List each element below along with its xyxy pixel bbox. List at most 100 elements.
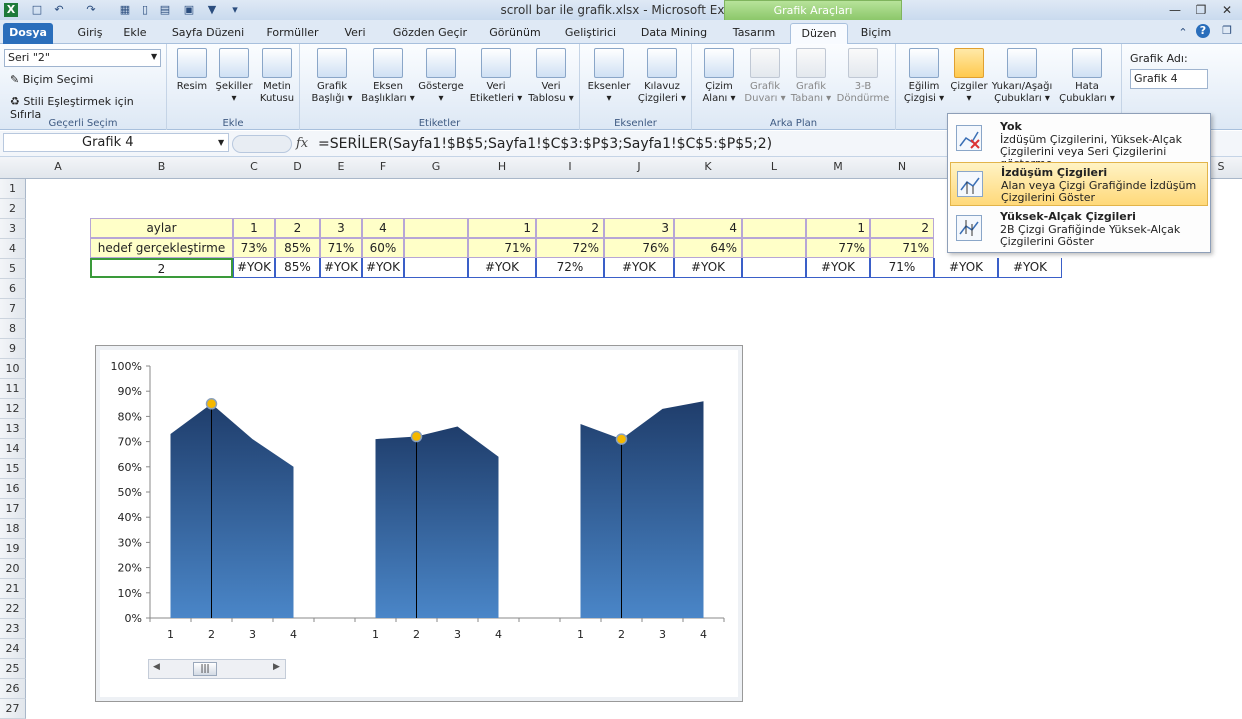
row-header[interactable]: 5 [0, 259, 26, 279]
row-header[interactable]: 6 [0, 279, 26, 299]
data-labels-button[interactable]: Veri Etiketleri ▾ [468, 48, 524, 105]
row-header[interactable]: 25 [0, 659, 26, 679]
cell[interactable]: 76% [604, 238, 674, 258]
column-header[interactable]: K [674, 160, 742, 173]
cell[interactable]: 64% [674, 238, 742, 258]
error-bars-button[interactable]: Hata Çubukları ▾ [1056, 48, 1118, 105]
plot-area-button[interactable]: Çizim Alanı ▾ [696, 48, 742, 105]
cell[interactable]: 1 [233, 218, 275, 238]
cell[interactable]: #YOK [674, 258, 742, 278]
column-header[interactable]: I [536, 160, 604, 173]
textbox-button[interactable]: Metin Kutusu [257, 48, 297, 105]
data-table-button[interactable]: Veri Tablosu ▾ [524, 48, 578, 105]
row-header[interactable]: 23 [0, 619, 26, 639]
axis-titles-button[interactable]: Eksen Başlıkları ▾ [360, 48, 416, 105]
help-icon[interactable]: ? [1196, 24, 1210, 38]
cell[interactable]: 2 [536, 218, 604, 238]
scroll-thumb[interactable]: ||| [193, 662, 217, 676]
cell[interactable]: 2 [275, 218, 320, 238]
tab-formulas[interactable]: Formüller [260, 23, 325, 44]
cell[interactable]: #YOK [233, 258, 275, 278]
row-header[interactable]: 26 [0, 679, 26, 699]
chevron-down-icon[interactable]: ▼ [218, 138, 224, 147]
cell[interactable] [742, 218, 806, 238]
cell[interactable]: 2 [870, 218, 934, 238]
row-header[interactable]: 13 [0, 419, 26, 439]
menu-item-none[interactable]: Yok İzdüşüm Çizgilerini, Yüksek-Alçak Çi… [950, 117, 1208, 170]
cell[interactable]: 85% [275, 238, 320, 258]
cell[interactable] [742, 258, 806, 278]
cell-b4[interactable]: hedef gerçekleştirme [90, 238, 233, 258]
cell-b3[interactable]: aylar [90, 218, 233, 238]
tab-review[interactable]: Gözden Geçir [385, 23, 475, 44]
cell[interactable]: 3 [604, 218, 674, 238]
row-header[interactable]: 21 [0, 579, 26, 599]
column-header[interactable]: G [404, 160, 468, 173]
window-restore-small-icon[interactable]: ❐ [1220, 24, 1234, 38]
chart-area[interactable]: 0% 10% 20% 30% 40% 50% 60% 70% 80% 90% 100% 1 2 3 4 1 2 3… [95, 345, 743, 702]
cell[interactable]: 4 [674, 218, 742, 238]
tab-layout[interactable]: Düzen [790, 23, 848, 44]
formula-bar-splitter[interactable] [232, 135, 292, 153]
cell[interactable]: 3 [320, 218, 362, 238]
format-selection-button[interactable]: ✎ Biçim Seçimi [10, 73, 93, 86]
row-header[interactable]: 11 [0, 379, 26, 399]
tab-design[interactable]: Tasarım [726, 23, 782, 44]
column-header[interactable]: H [468, 160, 536, 173]
minimize-icon[interactable]: — [1166, 2, 1184, 18]
axes-button[interactable]: Eksenler ▾ [584, 48, 634, 105]
cell[interactable]: #YOK [604, 258, 674, 278]
column-header[interactable]: E [320, 160, 362, 173]
up-down-bars-button[interactable]: Yukarı/Aşağı Çubukları ▾ [990, 48, 1054, 105]
cell-b5[interactable]: 2 [90, 258, 233, 278]
cell[interactable] [404, 238, 468, 258]
cell[interactable]: #YOK [320, 258, 362, 278]
cell[interactable] [404, 258, 468, 278]
chart-floor-button[interactable]: Grafik Tabanı ▾ [788, 48, 834, 105]
column-header[interactable]: C [233, 160, 275, 173]
cell[interactable]: 85% [275, 258, 320, 278]
tab-insert[interactable]: Ekle [115, 23, 155, 44]
chevron-down-icon[interactable]: ▼ [151, 52, 157, 61]
row-header[interactable]: 1 [0, 179, 26, 199]
tab-page-layout[interactable]: Sayfa Düzeni [163, 23, 253, 44]
chart-name-input[interactable]: Grafik 4 [1130, 69, 1208, 89]
tab-home[interactable]: Giriş [70, 23, 110, 44]
row-header[interactable]: 8 [0, 319, 26, 339]
cell[interactable] [404, 218, 468, 238]
cell[interactable]: 77% [806, 238, 870, 258]
cell[interactable]: 71% [870, 238, 934, 258]
minimize-ribbon-icon[interactable]: ⌃ [1176, 26, 1190, 40]
column-header[interactable]: B [90, 160, 233, 173]
cell[interactable]: 1 [468, 218, 536, 238]
row-header[interactable]: 7 [0, 299, 26, 319]
cell[interactable]: 71% [870, 258, 934, 278]
picture-button[interactable]: Resim [173, 48, 211, 93]
cell[interactable] [742, 238, 806, 258]
row-header[interactable]: 18 [0, 519, 26, 539]
legend-button[interactable]: Gösterge ▾ [416, 48, 466, 105]
column-header[interactable]: F [362, 160, 404, 173]
horizontal-scrollbar[interactable]: ◀ ||| ▶ [148, 659, 286, 679]
shapes-button[interactable]: Şekiller ▾ [213, 48, 255, 105]
name-box[interactable]: Grafik 4 [3, 133, 229, 152]
cell[interactable]: 71% [320, 238, 362, 258]
close-icon[interactable]: ✕ [1218, 2, 1236, 18]
chart-wall-button[interactable]: Grafik Duvarı ▾ [742, 48, 788, 105]
formula-input[interactable]: =SERİLER(Sayfa1!$B$5;Sayfa1!$C$3:$P$3;Sa… [318, 136, 772, 152]
row-header[interactable]: 12 [0, 399, 26, 419]
row-header[interactable]: 15 [0, 459, 26, 479]
row-header[interactable]: 3 [0, 219, 26, 239]
row-header[interactable]: 19 [0, 539, 26, 559]
column-header[interactable]: M [806, 160, 870, 173]
row-header[interactable]: 20 [0, 559, 26, 579]
tab-file[interactable]: Dosya [3, 23, 53, 44]
scroll-right-icon[interactable]: ▶ [273, 662, 280, 672]
row-header[interactable]: 17 [0, 499, 26, 519]
cell[interactable]: 60% [362, 238, 404, 258]
column-header[interactable]: N [870, 160, 934, 173]
area-chart[interactable]: 0% 10% 20% 30% 40% 50% 60% 70% 80% 90% 100% 1 2 3 4 1 2 3… [96, 346, 742, 701]
cell[interactable]: 71% [468, 238, 536, 258]
tab-format[interactable]: Biçim [852, 23, 900, 44]
row-header[interactable]: 14 [0, 439, 26, 459]
